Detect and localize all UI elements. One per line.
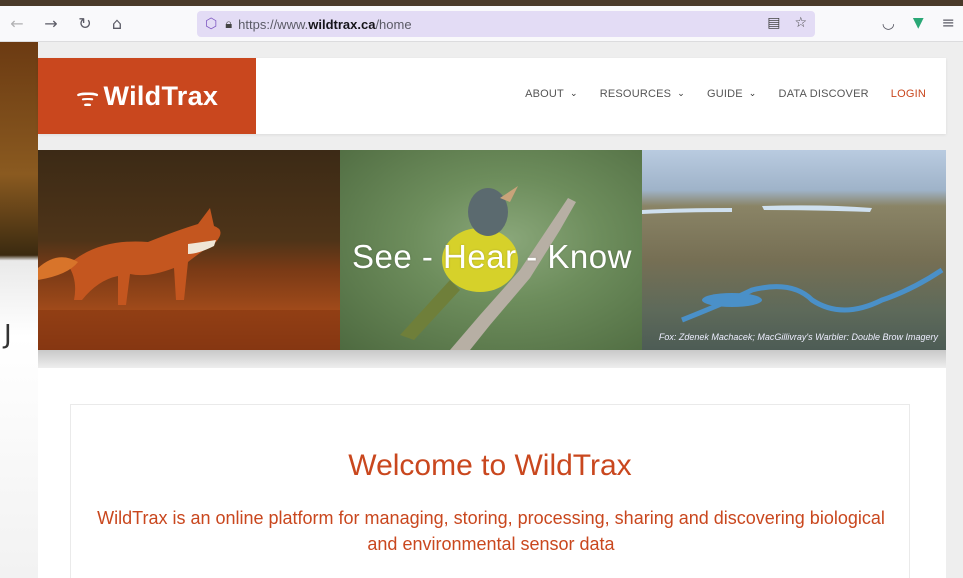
lock-icon[interactable]: 🔒︎ <box>225 17 232 32</box>
desktop-background-left: J <box>0 40 38 578</box>
reload-icon[interactable]: ↻ <box>74 13 96 35</box>
chevron-down-icon: ⌄ <box>677 89 685 99</box>
main-nav: ABOUT ⌄ RESOURCES ⌄ GUIDE ⌄ DATA DISCOVER L… <box>525 88 926 100</box>
hero-headline: See - Hear - Know <box>352 238 632 275</box>
wifi-ears-icon: ᯤ <box>75 83 100 113</box>
nav-about[interactable]: ABOUT ⌄ <box>525 88 578 100</box>
web-page: ᯤ WildTrax ABOUT ⌄ RESOURCES ⌄ GUIDE ⌄ DATA… <box>38 42 963 578</box>
reader-view-icon[interactable]: ▤ <box>767 15 780 31</box>
welcome-card: Welcome to WildTrax WildTrax is an onlin… <box>70 404 910 578</box>
pocket-icon[interactable]: ◡ <box>882 14 895 32</box>
vue-devtools-icon[interactable]: ▼ <box>913 15 924 31</box>
site-header: ᯤ WildTrax ABOUT ⌄ RESOURCES ⌄ GUIDE ⌄ DATA… <box>38 58 946 134</box>
shield-icon[interactable]: ⬡ <box>205 16 217 32</box>
site-logo[interactable]: ᯤ WildTrax <box>38 58 256 134</box>
address-bar[interactable]: ⬡ 🔒︎ https://www.wildtrax.ca/home ▤ ☆ <box>197 11 815 37</box>
welcome-section: Welcome to WildTrax WildTrax is an onlin… <box>38 368 946 578</box>
nav-resources[interactable]: RESOURCES ⌄ <box>600 88 685 100</box>
chevron-down-icon: ⌄ <box>748 89 757 99</box>
partial-window-glyph: J <box>4 320 12 350</box>
menu-icon[interactable]: ≡ <box>942 13 955 32</box>
photo-credit: Fox: Zdenek Machacek; MacGillivray's War… <box>658 332 938 342</box>
welcome-title: Welcome to WildTrax <box>348 449 632 482</box>
forward-icon[interactable]: → <box>40 13 62 35</box>
home-icon[interactable]: ⌂ <box>106 13 128 35</box>
section-divider <box>38 350 946 368</box>
nav-data-discover[interactable]: DATA DISCOVER <box>779 88 869 100</box>
back-icon[interactable]: ← <box>6 13 28 35</box>
welcome-tagline: WildTrax is an online platform for manag… <box>97 508 885 554</box>
browser-toolbar: ← → ↻ ⌂ ⬡ 🔒︎ https://www.wildtrax.ca/hom… <box>0 6 963 42</box>
chevron-down-icon: ⌄ <box>569 89 578 99</box>
hero-banner: See - Hear - Know Fox: Zdenek Machacek; … <box>38 150 946 350</box>
bookmark-star-icon[interactable]: ☆ <box>794 15 807 31</box>
nav-login[interactable]: LOGIN <box>891 88 926 100</box>
url-text[interactable]: https://www.wildtrax.ca/home <box>238 17 411 32</box>
nav-guide[interactable]: GUIDE ⌄ <box>707 88 757 100</box>
